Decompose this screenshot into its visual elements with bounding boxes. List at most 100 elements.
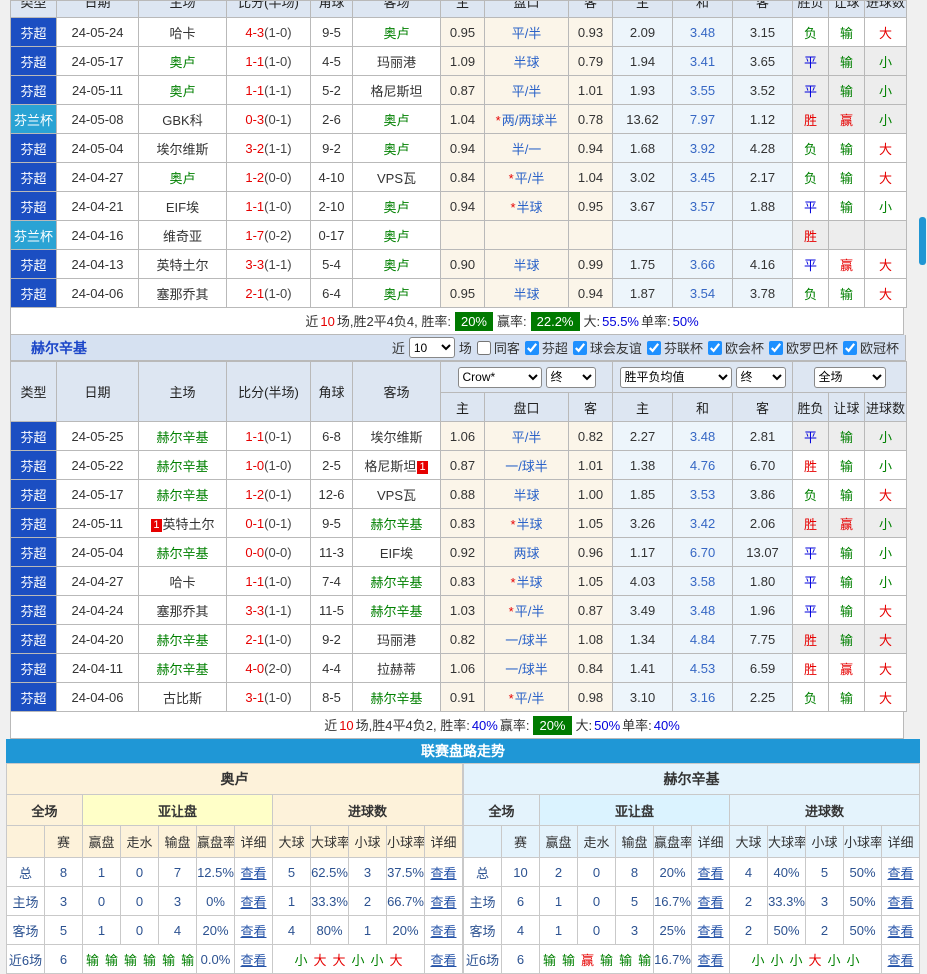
home-team[interactable]: 赫尔辛基 [156,546,208,561]
view-details-link[interactable]: 查看 [430,953,456,968]
away-team[interactable]: 格尼斯坦 [370,84,422,99]
league-filter-checkbox[interactable] [843,341,857,355]
home-team[interactable]: 赫尔辛基 [156,430,208,445]
handicap-label: 半/一 [512,142,542,157]
home-team[interactable]: 古比斯 [163,691,202,706]
view-details-link[interactable]: 查看 [240,895,266,910]
away-team[interactable]: 拉赫蒂 [377,662,416,677]
league-filter-checkbox[interactable] [769,341,783,355]
sequence-item: 小 [847,953,860,968]
away-team[interactable]: 奥卢 [383,287,409,302]
trend-value: 2 [540,858,578,887]
away-team[interactable]: VPS瓦 [377,488,416,503]
euro-home-odds: 1.85 [613,480,673,509]
score-cell: 3-2(1-1) [227,134,311,163]
trend-value: 3 [349,858,387,887]
date-cell: 24-04-27 [57,567,139,596]
euro-odds-time-select[interactable]: 终 [736,367,786,388]
asian-handicap-group-label: 亚让盘 [83,795,273,826]
match-row: 芬超24-05-04赫尔辛基0-0(0-0)11-3EIF埃0.92两球0.96… [11,538,907,567]
away-team[interactable]: 玛丽港 [377,55,416,70]
sequence-item: 小 [789,953,802,968]
scrollbar-thumb[interactable] [919,217,926,265]
odds-time-select[interactable]: 终 [546,367,596,388]
euro-away-odds: 7.75 [733,625,793,654]
home-team[interactable]: 奥卢 [169,171,195,186]
view-details-link[interactable]: 查看 [430,866,456,881]
view-details-link[interactable]: 查看 [430,924,456,939]
view-details-link[interactable]: 查看 [697,895,723,910]
trend-column-header: 小球 [349,826,387,858]
home-team[interactable]: 奥卢 [169,55,195,70]
league-filter-checkbox[interactable] [708,341,722,355]
trend-section-title: 联赛盘路走势 [6,739,920,763]
handicap-label: 半球 [517,200,543,215]
bookmaker-select[interactable]: Crow* [458,367,542,388]
home-team[interactable]: 英特土尔 [156,258,208,273]
view-details-link[interactable]: 查看 [887,953,913,968]
column-header: 客场 [353,362,441,422]
view-details-link[interactable]: 查看 [697,924,723,939]
away-team[interactable]: 赫尔辛基 [370,604,422,619]
away-team[interactable]: 赫尔辛基 [370,575,422,590]
handicap-label: 平/半 [512,430,542,445]
trend-value: 4 [273,916,311,945]
recent-games-select[interactable]: 10 [409,337,455,358]
home-team[interactable]: GBK科 [162,113,202,128]
away-team[interactable]: VPS瓦 [377,171,416,186]
home-team[interactable]: EIF埃 [166,200,199,215]
view-details-link[interactable]: 查看 [430,895,456,910]
home-team[interactable]: 英特土尔 [163,517,215,532]
helsinki-team-link[interactable]: 赫尔辛基 [31,338,87,358]
view-details-link[interactable]: 查看 [240,866,266,881]
league-filter-checkbox[interactable] [573,341,587,355]
league-filter-checkbox[interactable] [647,341,661,355]
away-team[interactable]: 奥卢 [383,258,409,273]
away-team[interactable]: 奥卢 [383,113,409,128]
trend-value: 0 [121,858,159,887]
home-team[interactable]: 赫尔辛基 [156,662,208,677]
home-team[interactable]: 哈卡 [169,26,195,41]
score-cell: 3-3(1-1) [227,596,311,625]
euro-odds-select[interactable]: 胜平负均值 [620,367,732,388]
home-team[interactable]: 埃尔维斯 [156,142,208,157]
away-team[interactable]: 埃尔维斯 [370,430,422,445]
home-team[interactable]: 哈卡 [169,575,195,590]
view-details-link[interactable]: 查看 [240,924,266,939]
away-team[interactable]: 奥卢 [383,142,409,157]
view-details-link[interactable]: 查看 [887,895,913,910]
away-team[interactable]: 赫尔辛基 [370,517,422,532]
handicap-result-cell: 输 [829,134,865,163]
away-team[interactable]: 奥卢 [383,229,409,244]
home-team[interactable]: 奥卢 [169,84,195,99]
home-team[interactable]: 维奇亚 [163,229,202,244]
score-cell: 1-1(1-1) [227,76,311,105]
trend-value: 0% [197,887,235,916]
away-team[interactable]: EIF埃 [380,546,413,561]
view-details-link[interactable]: 查看 [697,866,723,881]
home-team[interactable]: 赫尔辛基 [156,488,208,503]
same-venue-checkbox[interactable] [477,341,491,355]
away-team[interactable]: 格尼斯坦 [364,459,416,474]
handicap-star: * [509,691,514,706]
home-team[interactable]: 塞那乔其 [156,604,208,619]
league-filter-checkbox[interactable] [525,341,539,355]
away-team[interactable]: 奥卢 [383,200,409,215]
away-team[interactable]: 玛丽港 [377,633,416,648]
away-team[interactable]: 赫尔辛基 [370,691,422,706]
away-team[interactable]: 奥卢 [383,26,409,41]
home-team[interactable]: 塞那乔其 [156,287,208,302]
view-details-link[interactable]: 查看 [697,953,723,968]
fulltime-score: 3-3 [245,257,264,272]
league-cell: 芬超 [11,192,57,221]
column-header: 角球 [311,1,353,18]
view-details-link[interactable]: 查看 [887,866,913,881]
home-team[interactable]: 赫尔辛基 [156,633,208,648]
view-details-link[interactable]: 查看 [887,924,913,939]
ah-home-odds: 0.83 [441,509,485,538]
scope-select[interactable]: 全场 [814,367,886,388]
result-cell: 平 [793,538,829,567]
handicap-result-cell: 输 [829,480,865,509]
home-team[interactable]: 赫尔辛基 [156,459,208,474]
view-details-link[interactable]: 查看 [240,953,266,968]
